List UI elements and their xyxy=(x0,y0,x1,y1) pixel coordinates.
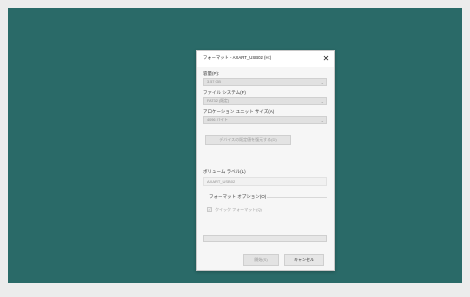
format-dialog: フォーマット - AXART_USB02 (H:) ✕ 容量(P): 3.57 … xyxy=(196,50,335,271)
filesystem-label: ファイル システム(F) xyxy=(203,90,246,95)
volume-label-value: AXART_USB02 xyxy=(207,179,236,184)
title-bar: フォーマット - AXART_USB02 (H:) ✕ xyxy=(197,51,334,67)
allocation-label: アロケーション ユニット サイズ(A) xyxy=(203,109,275,114)
quick-format-checkbox[interactable]: ✓ xyxy=(207,207,212,212)
restore-defaults-button[interactable]: デバイスの既定値を復元する(D) xyxy=(205,135,291,145)
filesystem-value: FAT32 (既定) xyxy=(207,99,230,103)
cancel-button[interactable]: キャンセル xyxy=(284,254,324,266)
format-options-label: フォーマット オプション(O) xyxy=(209,194,267,199)
close-icon[interactable]: ✕ xyxy=(318,51,334,67)
capacity-label: 容量(P): xyxy=(203,71,220,76)
chevron-down-icon: ⌄ xyxy=(320,118,324,123)
allocation-select[interactable]: 4096 バイト ⌄ xyxy=(203,116,327,124)
quick-format-label: クイック フォーマット(Q) xyxy=(215,207,262,212)
filesystem-select[interactable]: FAT32 (既定) ⌄ xyxy=(203,97,327,105)
format-progress-bar xyxy=(203,235,327,242)
volume-label-label: ボリューム ラベル(L) xyxy=(203,169,246,174)
start-button[interactable]: 開始(S) xyxy=(243,254,279,266)
check-icon: ✓ xyxy=(208,207,212,212)
capacity-value: 3.57 GB xyxy=(207,80,221,84)
allocation-value: 4096 バイト xyxy=(207,118,228,122)
dialog-title: フォーマット - AXART_USB02 (H:) xyxy=(203,55,272,60)
chevron-down-icon: ⌄ xyxy=(320,80,324,85)
chevron-down-icon: ⌄ xyxy=(320,99,324,104)
options-divider xyxy=(267,197,327,198)
volume-label-input[interactable]: AXART_USB02 xyxy=(203,177,327,186)
capacity-select[interactable]: 3.57 GB ⌄ xyxy=(203,78,327,86)
